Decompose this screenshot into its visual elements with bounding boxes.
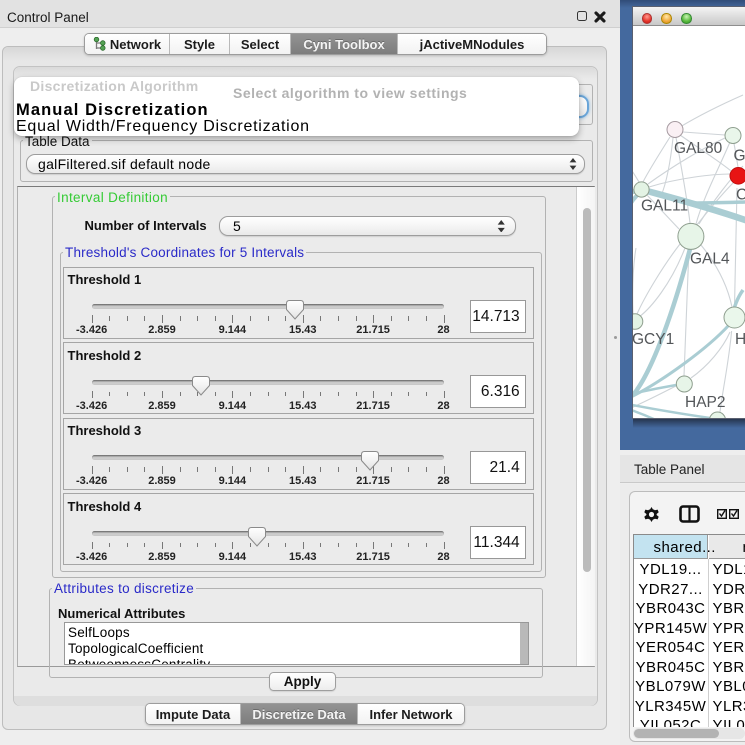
svg-text:GCY1: GCY1 xyxy=(633,331,674,348)
svg-text:G.: G. xyxy=(734,148,745,165)
svg-text:C: C xyxy=(736,187,745,204)
svg-text:GAL80: GAL80 xyxy=(674,140,723,157)
svg-text:H: H xyxy=(735,331,745,348)
svg-text:HAP2: HAP2 xyxy=(685,394,726,411)
svg-text:GAL11: GAL11 xyxy=(641,198,688,215)
svg-text:GAL4: GAL4 xyxy=(690,251,730,268)
